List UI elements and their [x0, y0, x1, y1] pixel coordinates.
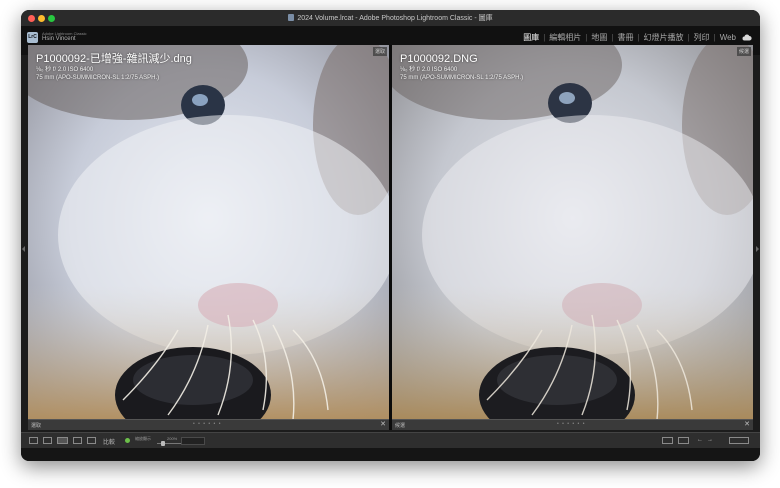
candidate-rating-dots[interactable]: • • • • • • — [557, 421, 585, 427]
candidate-photo-panel[interactable]: 候選 P1000092.DNG ⅛₀ 秒 f/ 2.0 ISO 6400 75 … — [392, 45, 753, 430]
title-bar: 2024 Volume.lrcat - Adobe Photoshop Ligh… — [21, 10, 760, 27]
module-separator: | — [637, 33, 640, 42]
candidate-label-tag: 候選 — [736, 47, 751, 56]
zoom-label: 縮放顯示 — [135, 436, 151, 441]
select-close-icon[interactable]: ✕ — [380, 420, 386, 428]
compare-view-icon[interactable] — [57, 437, 68, 444]
module-separator: | — [687, 33, 690, 42]
grid-view-icon[interactable] — [29, 437, 38, 444]
user-name: Hsin Vincent — [42, 36, 76, 42]
candidate-close-icon[interactable]: ✕ — [744, 420, 750, 428]
module-book[interactable]: 書冊 — [617, 32, 633, 43]
compare-label: 比較 — [103, 440, 116, 446]
people-view-icon[interactable] — [87, 437, 96, 444]
select-rating-dots[interactable]: • • • • • • — [193, 421, 221, 427]
window-title: 2024 Volume.lrcat - Adobe Photoshop Ligh… — [297, 15, 493, 22]
candidate-filename: P1000092.DNG — [400, 53, 478, 65]
make-select-icon[interactable] — [678, 437, 689, 444]
select-panel-footer: 選取 • • • • • • ✕ — [28, 419, 389, 430]
cloud-icon[interactable] — [742, 33, 752, 43]
select-exif-lens: 75 mm (APO-SUMMICRON-SL 1:2/75 ASPH.) — [36, 75, 160, 81]
candidate-exif-lens: 75 mm (APO-SUMMICRON-SL 1:2/75 ASPH.) — [400, 75, 524, 81]
next-arrow-icon[interactable]: → — [707, 437, 713, 443]
select-footer-label: 選取 — [31, 423, 42, 429]
module-print[interactable]: 列印 — [694, 32, 710, 43]
select-filename: P1000092-已增強-雜訊減少.dng — [36, 53, 192, 65]
zoom-value: 200% — [167, 436, 178, 441]
select-label-tag: 選取 — [372, 47, 387, 56]
zoom-slider-knob[interactable] — [161, 441, 165, 446]
link-focus-icon[interactable] — [125, 438, 130, 443]
select-photo — [28, 45, 389, 430]
module-separator: | — [543, 33, 546, 42]
module-map[interactable]: 地圖 — [591, 32, 607, 43]
module-separator: | — [585, 33, 588, 42]
candidate-exif-exposure: ⅛₀ 秒 f/ 2.0 ISO 6400 — [400, 67, 458, 73]
left-panel-toggle-icon[interactable] — [22, 246, 25, 252]
module-web[interactable]: Web — [720, 33, 736, 42]
bottom-toolbar: 比較 縮放顯示 200% ← → — [21, 432, 760, 448]
candidate-panel-footer: 候選 • • • • • • ✕ — [392, 419, 753, 430]
prev-arrow-icon[interactable]: ← — [697, 437, 703, 443]
survey-view-icon[interactable] — [73, 437, 82, 444]
sync-field[interactable] — [181, 437, 205, 445]
select-photo-panel[interactable]: 選取 P1000092-已增強-雜訊減少.dng ⅛₀ 秒 f/ 2.0 ISO… — [28, 45, 389, 430]
candidate-photo-info: P1000092.DNG ⅛₀ 秒 f/ 2.0 ISO 6400 75 mm … — [400, 53, 523, 82]
swap-icon[interactable] — [662, 437, 673, 444]
module-slideshow[interactable]: 幻燈片播放 — [644, 32, 684, 43]
module-separator: | — [713, 33, 716, 42]
module-separator: | — [611, 33, 614, 42]
done-button[interactable] — [729, 437, 749, 444]
select-exif-exposure: ⅛₀ 秒 f/ 2.0 ISO 6400 — [36, 67, 94, 73]
candidate-footer-label: 候選 — [395, 423, 406, 429]
lightroom-logo: LrC — [27, 32, 38, 43]
right-panel-toggle-icon[interactable] — [756, 246, 759, 252]
select-photo-info: P1000092-已增強-雜訊減少.dng ⅛₀ 秒 f/ 2.0 ISO 64… — [36, 53, 192, 82]
filmstrip-collapsed — [21, 448, 760, 461]
candidate-photo — [392, 45, 753, 430]
app-window: 2024 Volume.lrcat - Adobe Photoshop Ligh… — [21, 10, 760, 461]
module-library[interactable]: 圖庫 — [523, 32, 539, 43]
document-icon — [288, 14, 295, 21]
loupe-view-icon[interactable] — [43, 437, 52, 444]
module-develop[interactable]: 編輯相片 — [549, 32, 581, 43]
compare-viewer: 選取 P1000092-已增強-雜訊減少.dng ⅛₀ 秒 f/ 2.0 ISO… — [28, 45, 753, 430]
module-picker: 圖庫 | 編輯相片 | 地圖 | 書冊 | 幻燈片播放 | 列印 | Web — [523, 32, 752, 43]
window-title-wrap: 2024 Volume.lrcat - Adobe Photoshop Ligh… — [21, 13, 760, 23]
